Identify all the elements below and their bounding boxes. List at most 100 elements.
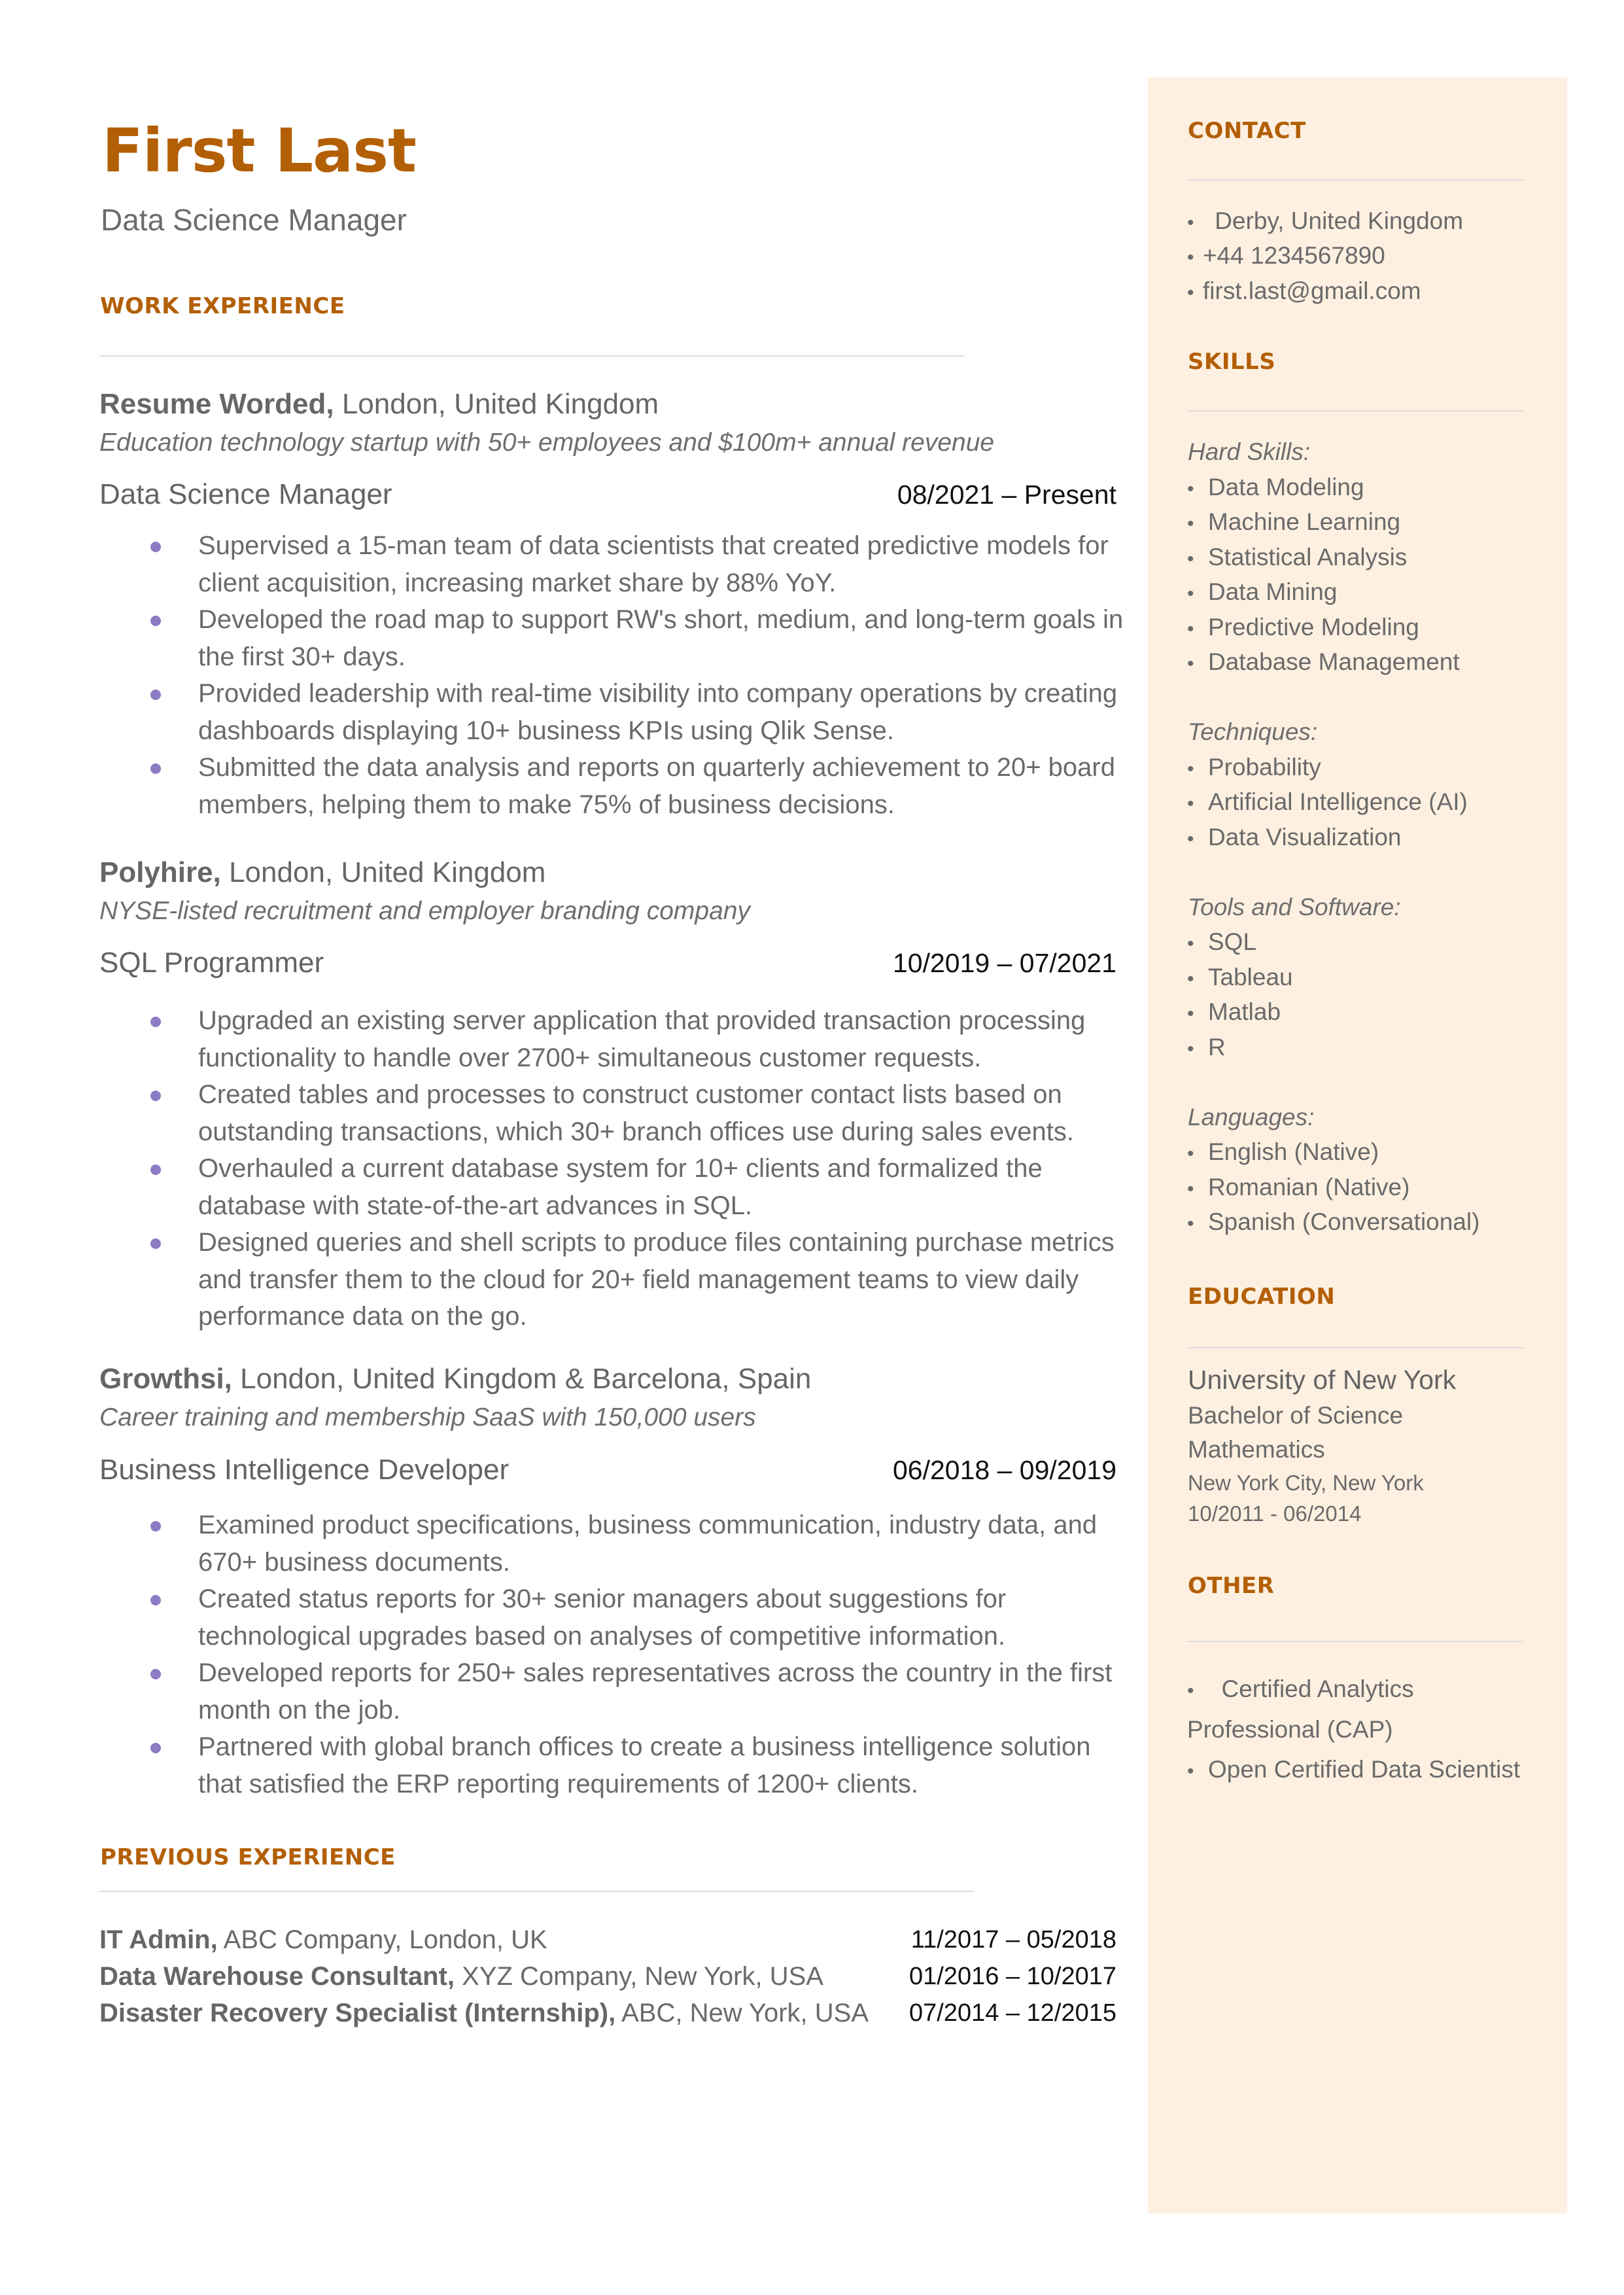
bullet-text: Developed the road map to support RW's s… [198, 605, 1124, 671]
company-description: Education technology startup with 50+ em… [99, 429, 995, 457]
contact-phone-text[interactable]: +44 1234567890 [1203, 242, 1385, 269]
previous-job-dates: 07/2014 – 12/2015 [909, 1999, 1116, 2027]
bullet-dot-icon [150, 1091, 161, 1101]
other-item-text: Open Certified Data Scientist [1208, 1756, 1521, 1783]
bullet-dot-icon [150, 763, 161, 774]
company-description: Career training and membership SaaS with… [99, 1403, 756, 1431]
bullet-icon: • [1187, 478, 1194, 500]
job-role: Business Intelligence Developer [99, 1454, 510, 1486]
bullet-text: Supervised a 15-man team of data scienti… [198, 531, 1109, 597]
skill-item-text: Data Visualization [1208, 823, 1402, 850]
bullet-icon: • [1187, 653, 1194, 674]
skill-item: • Machine Learning [1187, 504, 1400, 541]
bullet-dot-icon [150, 1743, 161, 1753]
bullet-dot-icon [150, 1521, 161, 1532]
contact-email-link[interactable]: first.last@gmail.com [1203, 277, 1421, 304]
previous-experience-heading: PREVIOUS EXPERIENCE [100, 1844, 396, 1870]
bullet-dot-icon [150, 690, 161, 700]
job-bullets: Supervised a 15-man team of data scienti… [150, 527, 1127, 823]
skills-divider [1187, 410, 1523, 412]
bullet-icon: • [1187, 1178, 1194, 1200]
bullet-icon: • [1187, 933, 1194, 955]
skill-item: • Data Modeling [1187, 470, 1364, 506]
skill-item-text: Predictive Modeling [1208, 613, 1419, 640]
company-name: Growthsi, [99, 1363, 232, 1395]
bullet-text: Designed queries and shell scripts to pr… [198, 1228, 1114, 1331]
bullet-icon: • [1187, 212, 1194, 234]
company-line: Growthsi, London, United Kingdom & Barce… [99, 1361, 811, 1397]
other-item-continuation: Professional (CAP) [1187, 1716, 1393, 1743]
job-dates: 10/2019 – 07/2021 [893, 948, 1116, 978]
bullet-icon: • [1187, 968, 1194, 990]
skill-item-text: Data Mining [1208, 578, 1338, 605]
skill-item: • Matlab [1187, 994, 1281, 1031]
job-bullets: Upgraded an existing server application … [150, 1002, 1127, 1335]
previous-job-detail: XYZ Company, New York, USA [455, 1962, 823, 1991]
skill-item-text: R [1208, 1033, 1226, 1060]
education-dates: 10/2011 - 06/2014 [1188, 1501, 1362, 1526]
skills-group-label: Languages: [1188, 1103, 1315, 1130]
skill-item-text: Romanian (Native) [1208, 1173, 1410, 1200]
bullet-item: Examined product specifications, busines… [150, 1507, 1127, 1581]
previous-job-row: IT Admin, ABC Company, London, UK [99, 1921, 547, 1958]
skill-item: • Predictive Modeling [1187, 610, 1419, 646]
skill-item-text: Tableau [1208, 963, 1293, 990]
candidate-title: Data Science Manager [101, 203, 407, 237]
education-degree: Bachelor of Science [1188, 1402, 1404, 1429]
education-heading: EDUCATION [1188, 1284, 1336, 1310]
bullet-item: Created tables and processes to construc… [150, 1076, 1127, 1150]
job-role: SQL Programmer [99, 947, 324, 979]
bullet-dot-icon [150, 1238, 161, 1249]
bullet-item: Overhauled a current database system for… [150, 1150, 1127, 1224]
skill-item: • R [1187, 1030, 1226, 1066]
bullet-item: Developed the road map to support RW's s… [150, 601, 1127, 675]
contact-heading: CONTACT [1188, 118, 1306, 144]
contact-phone[interactable]: • +44 1234567890 [1187, 238, 1385, 275]
bullet-dot-icon [150, 1165, 161, 1175]
skill-item: • Artificial Intelligence (AI) [1187, 784, 1468, 821]
skill-item: • Tableau [1187, 960, 1293, 996]
job-dates: 06/2018 – 09/2019 [893, 1455, 1116, 1485]
contact-email[interactable]: • first.last@gmail.com [1187, 273, 1421, 310]
skills-heading: SKILLS [1188, 349, 1276, 375]
education-location: New York City, New York [1188, 1471, 1424, 1495]
company-location: London, United Kingdom [220, 856, 546, 888]
previous-job-role: Disaster Recovery Specialist (Internship… [99, 1999, 616, 2027]
bullet-icon: • [1187, 758, 1194, 780]
previous-experience-divider [99, 1891, 973, 1892]
bullet-item: Partnered with global branch offices to … [150, 1728, 1127, 1802]
bullet-dot-icon [150, 1595, 161, 1605]
skill-item: • Data Visualization [1187, 820, 1402, 856]
bullet-text: Provided leadership with real-time visib… [198, 679, 1118, 745]
bullet-icon: • [1187, 1680, 1194, 1702]
bullet-item: Upgraded an existing server application … [150, 1002, 1127, 1076]
bullet-icon: • [1187, 247, 1194, 268]
bullet-icon: • [1187, 1761, 1194, 1782]
previous-job-row: Data Warehouse Consultant, XYZ Company, … [99, 1958, 823, 1995]
skill-item: • Statistical Analysis [1187, 540, 1407, 576]
bullet-text: Partnered with global branch offices to … [198, 1732, 1091, 1798]
other-divider [1187, 1641, 1522, 1642]
skills-group-label: Hard Skills: [1188, 438, 1311, 465]
bullet-icon: • [1187, 583, 1194, 604]
contact-location: • Derby, United Kingdom [1187, 203, 1463, 240]
bullet-icon: • [1187, 282, 1194, 304]
company-location: London, United Kingdom & Barcelona, Spai… [232, 1363, 812, 1395]
job-bullets: Examined product specifications, busines… [150, 1507, 1127, 1802]
skill-item-text: Artificial Intelligence (AI) [1208, 788, 1468, 815]
education-field: Mathematics [1188, 1436, 1325, 1463]
company-description: NYSE-listed recruitment and employer bra… [99, 897, 750, 925]
bullet-text: Developed reports for 250+ sales represe… [198, 1658, 1113, 1725]
skill-item-text: Spanish (Conversational) [1208, 1208, 1480, 1235]
bullet-icon: • [1187, 1038, 1194, 1060]
bullet-item: Designed queries and shell scripts to pr… [150, 1224, 1127, 1335]
bullet-text: Submitted the data analysis and reports … [198, 753, 1115, 819]
bullet-text: Upgraded an existing server application … [198, 1006, 1086, 1072]
skill-item-text: SQL [1208, 928, 1257, 955]
education-divider [1187, 1347, 1523, 1348]
skill-item-text: Statistical Analysis [1208, 543, 1408, 570]
other-item: • Open Certified Data Scientist [1187, 1752, 1520, 1789]
previous-job-detail: ABC, New York, USA [615, 1999, 869, 2027]
bullet-dot-icon [150, 616, 161, 626]
company-name: Resume Worded, [99, 388, 334, 420]
